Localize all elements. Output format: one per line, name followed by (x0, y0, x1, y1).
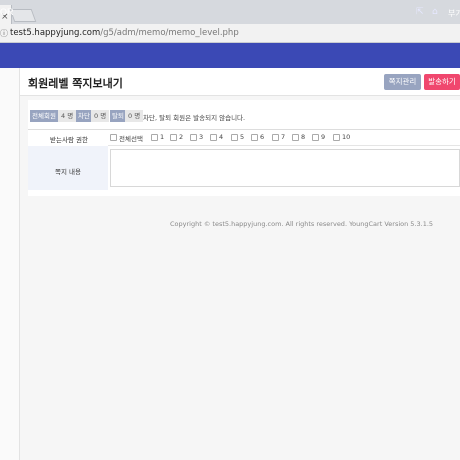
recipient-label: 받는사람 권한 (50, 136, 88, 144)
admin-topbar (0, 43, 460, 68)
checkbox-label-7[interactable]: 7 (281, 133, 285, 141)
admin-brand[interactable]: OR (0, 7, 14, 17)
send-button[interactable]: 발송하기 (424, 74, 460, 90)
checkbox-label-4[interactable]: 4 (219, 133, 223, 141)
memo-manage-button[interactable]: 쪽지관리 (384, 74, 421, 90)
checkbox-select-all[interactable] (110, 134, 117, 141)
checkbox-level-4[interactable] (210, 134, 217, 141)
stat-total-value: 4 명 (58, 110, 77, 122)
stat-blocked-value: 0 명 (91, 110, 110, 122)
page-title: 회원레벨 쪽지보내기 (28, 77, 123, 90)
url-path: /g5/adm/memo/memo_level.php (100, 28, 239, 38)
checkbox-label-5[interactable]: 5 (240, 133, 244, 141)
home-icon[interactable]: ⌂ (432, 7, 438, 17)
url-host: test5.happyjung.com (10, 28, 101, 38)
external-link-icon[interactable]: ⇱ (416, 7, 424, 17)
checkbox-level-3[interactable] (190, 134, 197, 141)
checkbox-label-8[interactable]: 8 (301, 133, 305, 141)
message-textarea[interactable] (110, 149, 460, 187)
checkbox-level-8[interactable] (292, 134, 299, 141)
url-text[interactable]: test5.happyjung.com/g5/adm/memo/memo_lev… (10, 28, 239, 38)
notice-text: 차단, 탈퇴 회원은 발송되지 않습니다. (143, 114, 246, 122)
info-icon[interactable]: ⓘ (0, 28, 8, 39)
message-label: 쪽지 내용 (55, 168, 81, 176)
checkbox-label-10[interactable]: 10 (342, 133, 350, 141)
sidebar (0, 68, 20, 460)
checkbox-label-1[interactable]: 1 (160, 133, 164, 141)
checkbox-label-6[interactable]: 6 (260, 133, 264, 141)
stat-total-label: 전체회원 (30, 110, 58, 122)
address-bar[interactable]: ⓘ test5.happyjung.com/g5/adm/memo/memo_l… (0, 24, 460, 43)
checkbox-level-7[interactable] (272, 134, 279, 141)
checkbox-level-9[interactable] (312, 134, 319, 141)
checkbox-label-3[interactable]: 3 (199, 133, 203, 141)
checkbox-level-10[interactable] (333, 134, 340, 141)
checkbox-level-2[interactable] (170, 134, 177, 141)
checkbox-level-6[interactable] (251, 134, 258, 141)
checkbox-label-9[interactable]: 9 (321, 133, 325, 141)
browser-tab-strip (0, 0, 460, 24)
stat-left-label: 탈퇴 (110, 110, 126, 122)
stat-left-value: 0 명 (125, 110, 144, 122)
checkbox-label-2[interactable]: 2 (179, 133, 183, 141)
user-menu-label[interactable]: 부가 (448, 8, 460, 19)
checkbox-level-5[interactable] (231, 134, 238, 141)
checkbox-label-all[interactable]: 전체선택 (119, 133, 143, 143)
copyright-footer: Copyright © test5.happyjung.com. All rig… (170, 220, 434, 228)
stat-blocked-label: 차단 (76, 110, 92, 122)
checkbox-level-1[interactable] (151, 134, 158, 141)
